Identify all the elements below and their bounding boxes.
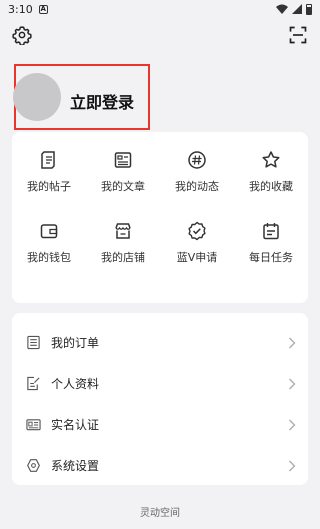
star-icon bbox=[262, 151, 280, 168]
list-item-system-settings[interactable]: 系统设置 bbox=[12, 445, 308, 486]
grid-item-label: 我的收藏 bbox=[249, 180, 293, 193]
grid-item-my-feed[interactable]: 我的动态 bbox=[160, 150, 234, 221]
settings-gear-icon[interactable] bbox=[12, 25, 32, 45]
chevron-right-icon bbox=[289, 337, 296, 348]
grid-item-my-posts[interactable]: 我的帖子 bbox=[12, 150, 86, 221]
calendar-icon bbox=[263, 222, 279, 239]
login-profile-area[interactable]: 立即登录 bbox=[13, 64, 150, 130]
list-item-label: 系统设置 bbox=[51, 459, 100, 473]
list-item-profile[interactable]: 个人资料 bbox=[12, 363, 308, 404]
hashtag-icon bbox=[188, 151, 206, 169]
list-item-label: 实名认证 bbox=[51, 418, 100, 432]
settings-hex-icon bbox=[27, 459, 40, 472]
footer-brand: 灵动空间 bbox=[140, 508, 180, 519]
notification-icon: A bbox=[38, 4, 48, 14]
wifi-icon bbox=[276, 4, 288, 14]
grid-item-my-favorites[interactable]: 我的收藏 bbox=[234, 150, 308, 221]
status-time: 3:10 bbox=[8, 2, 33, 16]
verified-badge-icon bbox=[188, 221, 206, 240]
chevron-right-icon bbox=[289, 378, 296, 389]
grid-item-label: 我的店铺 bbox=[101, 250, 145, 264]
list-item-label: 个人资料 bbox=[51, 377, 100, 391]
grid-item-label: 我的钱包 bbox=[27, 250, 71, 264]
grid-item-label: 我的动态 bbox=[175, 180, 219, 193]
scan-icon[interactable] bbox=[288, 25, 308, 45]
store-icon bbox=[115, 222, 131, 239]
list-item-real-name-auth[interactable]: 实名认证 bbox=[12, 404, 308, 445]
list-item-my-orders[interactable]: 我的订单 bbox=[12, 322, 308, 363]
grid-item-label: 我的帖子 bbox=[27, 180, 71, 193]
grid-item-label: 每日任务 bbox=[249, 250, 293, 264]
grid-item-my-store[interactable]: 我的店铺 bbox=[86, 221, 160, 292]
grid-item-daily-tasks[interactable]: 每日任务 bbox=[234, 221, 308, 292]
chevron-right-icon bbox=[289, 419, 296, 430]
list-item-label: 我的订单 bbox=[51, 336, 100, 350]
post-icon bbox=[41, 151, 55, 169]
avatar[interactable] bbox=[13, 73, 61, 121]
grid-item-my-wallet[interactable]: 我的钱包 bbox=[12, 221, 86, 292]
status-bar: 3:10 A bbox=[0, 0, 320, 18]
grid-item-blue-v-apply[interactable]: 蓝V申请 bbox=[160, 221, 234, 292]
signal-icon bbox=[292, 4, 302, 14]
settings-list-card: 我的订单 个人资料 实名认证 系统设置 bbox=[12, 313, 308, 485]
top-bar bbox=[0, 22, 320, 48]
article-icon bbox=[114, 152, 132, 168]
id-card-icon bbox=[26, 419, 41, 431]
login-button[interactable]: 立即登录 bbox=[70, 89, 134, 113]
profile-edit-icon bbox=[27, 376, 40, 391]
chevron-right-icon bbox=[289, 460, 296, 471]
shortcut-grid: 我的帖子 我的文章 我的动态 我的收藏 我的钱包 我的店铺 蓝V申请 每日任务 bbox=[12, 132, 308, 303]
grid-item-my-articles[interactable]: 我的文章 bbox=[86, 150, 160, 221]
grid-item-label: 蓝V申请 bbox=[176, 250, 218, 264]
status-indicators bbox=[276, 3, 312, 15]
shortcut-grid-card: 我的帖子 我的文章 我的动态 我的收藏 我的钱包 我的店铺 蓝V申请 每日任务 bbox=[12, 132, 308, 303]
wallet-icon bbox=[40, 223, 58, 238]
order-icon bbox=[27, 335, 40, 350]
battery-icon bbox=[306, 3, 312, 15]
grid-item-label: 我的文章 bbox=[101, 180, 145, 193]
